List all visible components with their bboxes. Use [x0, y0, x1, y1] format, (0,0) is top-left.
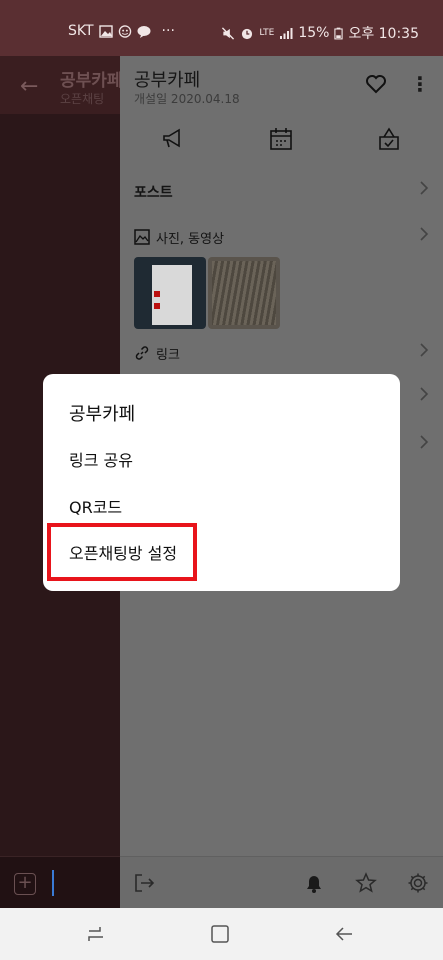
highlight-box: [47, 523, 197, 581]
share-options-dialog: 공부카페 링크 공유 QR코드 오픈채팅방 설정: [43, 374, 400, 591]
recent-apps-icon[interactable]: [86, 924, 106, 944]
system-nav-bar: [0, 908, 443, 960]
home-icon[interactable]: [210, 924, 230, 944]
share-link-option[interactable]: 링크 공유: [69, 447, 133, 471]
dialog-title: 공부카페: [69, 404, 136, 425]
back-icon[interactable]: [334, 924, 354, 944]
qr-code-option[interactable]: QR코드: [69, 494, 122, 518]
